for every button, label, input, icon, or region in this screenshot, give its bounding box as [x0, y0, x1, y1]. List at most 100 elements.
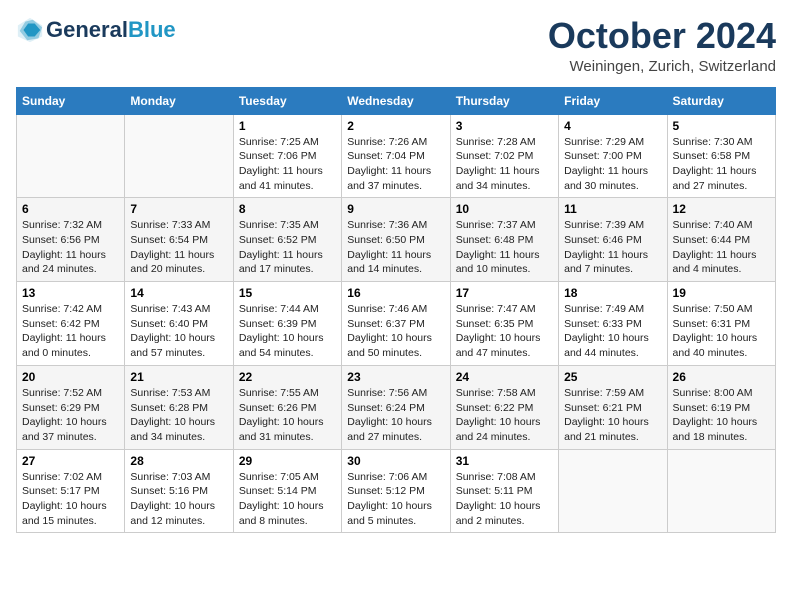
day-info: Sunrise: 7:36 AM Sunset: 6:50 PM Dayligh…: [347, 218, 444, 277]
day-info: Sunrise: 7:43 AM Sunset: 6:40 PM Dayligh…: [130, 302, 227, 361]
day-number: 4: [564, 119, 661, 133]
calendar-cell: 2 Sunrise: 7:26 AM Sunset: 7:04 PM Daylig…: [342, 114, 450, 198]
day-number: 22: [239, 370, 336, 384]
weekday-row: SundayMondayTuesdayWednesdayThursdayFrid…: [17, 87, 776, 114]
day-info: Sunrise: 7:39 AM Sunset: 6:46 PM Dayligh…: [564, 218, 661, 277]
calendar-week-2: 6Sunrise: 7:32 AM Sunset: 6:56 PM Daylig…: [17, 198, 776, 282]
calendar-cell: [125, 114, 233, 198]
day-number: 26: [673, 370, 770, 384]
day-info: Sunrise: 7:29 AM Sunset: 7:00 PM Dayligh…: [564, 135, 661, 194]
day-info: Sunrise: 7:08 AM Sunset: 5:11 PM Dayligh…: [456, 470, 553, 529]
calendar-cell: 4 Sunrise: 7:29 AM Sunset: 7:00 PM Daylig…: [559, 114, 667, 198]
calendar-cell: 24Sunrise: 7:58 AM Sunset: 6:22 PM Dayli…: [450, 365, 558, 449]
day-info: Sunrise: 7:30 AM Sunset: 6:58 PM Dayligh…: [673, 135, 770, 194]
calendar-cell: 5 Sunrise: 7:30 AM Sunset: 6:58 PM Daylig…: [667, 114, 775, 198]
day-number: 9: [347, 202, 444, 216]
calendar-cell: 30 Sunrise: 7:06 AM Sunset: 5:12 PM Dayli…: [342, 449, 450, 533]
calendar-cell: 20 Sunrise: 7:52 AM Sunset: 6:29 PM Dayli…: [17, 365, 125, 449]
calendar-cell: 31Sunrise: 7:08 AM Sunset: 5:11 PM Dayli…: [450, 449, 558, 533]
calendar-cell: 23 Sunrise: 7:56 AM Sunset: 6:24 PM Dayli…: [342, 365, 450, 449]
day-number: 10: [456, 202, 553, 216]
calendar-cell: 6Sunrise: 7:32 AM Sunset: 6:56 PM Daylig…: [17, 198, 125, 282]
day-info: Sunrise: 7:02 AM Sunset: 5:17 PM Dayligh…: [22, 470, 119, 529]
weekday-header-wednesday: Wednesday: [342, 87, 450, 114]
day-number: 23: [347, 370, 444, 384]
day-number: 8: [239, 202, 336, 216]
calendar-header: SundayMondayTuesdayWednesdayThursdayFrid…: [17, 87, 776, 114]
day-number: 1: [239, 119, 336, 133]
calendar-cell: 19 Sunrise: 7:50 AM Sunset: 6:31 PM Dayli…: [667, 282, 775, 366]
day-info: Sunrise: 7:25 AM Sunset: 7:06 PM Dayligh…: [239, 135, 336, 194]
day-number: 21: [130, 370, 227, 384]
day-info: Sunrise: 8:00 AM Sunset: 6:19 PM Dayligh…: [673, 386, 770, 445]
page-header: GeneralBlue October 2024 Weiningen, Zuri…: [16, 16, 776, 75]
day-info: Sunrise: 7:53 AM Sunset: 6:28 PM Dayligh…: [130, 386, 227, 445]
calendar-cell: 16 Sunrise: 7:46 AM Sunset: 6:37 PM Dayli…: [342, 282, 450, 366]
day-number: 18: [564, 286, 661, 300]
day-info: Sunrise: 7:03 AM Sunset: 5:16 PM Dayligh…: [130, 470, 227, 529]
calendar-table: SundayMondayTuesdayWednesdayThursdayFrid…: [16, 87, 776, 534]
day-number: 24: [456, 370, 553, 384]
day-number: 7: [130, 202, 227, 216]
calendar-cell: 15Sunrise: 7:44 AM Sunset: 6:39 PM Dayli…: [233, 282, 341, 366]
day-info: Sunrise: 7:42 AM Sunset: 6:42 PM Dayligh…: [22, 302, 119, 361]
month-title: October 2024: [548, 16, 776, 56]
calendar-cell: [559, 449, 667, 533]
day-number: 19: [673, 286, 770, 300]
calendar-cell: [667, 449, 775, 533]
calendar-cell: [17, 114, 125, 198]
calendar-cell: 21 Sunrise: 7:53 AM Sunset: 6:28 PM Dayli…: [125, 365, 233, 449]
day-number: 28: [130, 454, 227, 468]
day-info: Sunrise: 7:52 AM Sunset: 6:29 PM Dayligh…: [22, 386, 119, 445]
calendar-cell: 12Sunrise: 7:40 AM Sunset: 6:44 PM Dayli…: [667, 198, 775, 282]
calendar-cell: 14Sunrise: 7:43 AM Sunset: 6:40 PM Dayli…: [125, 282, 233, 366]
calendar-week-4: 20 Sunrise: 7:52 AM Sunset: 6:29 PM Dayli…: [17, 365, 776, 449]
day-info: Sunrise: 7:59 AM Sunset: 6:21 PM Dayligh…: [564, 386, 661, 445]
day-number: 27: [22, 454, 119, 468]
day-info: Sunrise: 7:37 AM Sunset: 6:48 PM Dayligh…: [456, 218, 553, 277]
day-info: Sunrise: 7:33 AM Sunset: 6:54 PM Dayligh…: [130, 218, 227, 277]
weekday-header-monday: Monday: [125, 87, 233, 114]
calendar-cell: 18 Sunrise: 7:49 AM Sunset: 6:33 PM Dayli…: [559, 282, 667, 366]
calendar-cell: 25 Sunrise: 7:59 AM Sunset: 6:21 PM Dayli…: [559, 365, 667, 449]
weekday-header-saturday: Saturday: [667, 87, 775, 114]
day-number: 5: [673, 119, 770, 133]
calendar-week-3: 13 Sunrise: 7:42 AM Sunset: 6:42 PM Dayli…: [17, 282, 776, 366]
weekday-header-thursday: Thursday: [450, 87, 558, 114]
location: Weiningen, Zurich, Switzerland: [548, 58, 776, 75]
day-info: Sunrise: 7:46 AM Sunset: 6:37 PM Dayligh…: [347, 302, 444, 361]
calendar-cell: 17 Sunrise: 7:47 AM Sunset: 6:35 PM Dayli…: [450, 282, 558, 366]
day-number: 3: [456, 119, 553, 133]
calendar-week-1: 1 Sunrise: 7:25 AM Sunset: 7:06 PM Daylig…: [17, 114, 776, 198]
calendar-cell: 27 Sunrise: 7:02 AM Sunset: 5:17 PM Dayli…: [17, 449, 125, 533]
day-info: Sunrise: 7:26 AM Sunset: 7:04 PM Dayligh…: [347, 135, 444, 194]
day-number: 17: [456, 286, 553, 300]
day-number: 15: [239, 286, 336, 300]
day-info: Sunrise: 7:06 AM Sunset: 5:12 PM Dayligh…: [347, 470, 444, 529]
calendar-body: 1 Sunrise: 7:25 AM Sunset: 7:06 PM Daylig…: [17, 114, 776, 533]
day-number: 25: [564, 370, 661, 384]
calendar-cell: 22 Sunrise: 7:55 AM Sunset: 6:26 PM Dayli…: [233, 365, 341, 449]
title-block: October 2024 Weiningen, Zurich, Switzerl…: [548, 16, 776, 75]
day-number: 29: [239, 454, 336, 468]
day-info: Sunrise: 7:55 AM Sunset: 6:26 PM Dayligh…: [239, 386, 336, 445]
day-number: 20: [22, 370, 119, 384]
calendar-cell: 3Sunrise: 7:28 AM Sunset: 7:02 PM Daylig…: [450, 114, 558, 198]
calendar-week-5: 27 Sunrise: 7:02 AM Sunset: 5:17 PM Dayli…: [17, 449, 776, 533]
day-info: Sunrise: 7:56 AM Sunset: 6:24 PM Dayligh…: [347, 386, 444, 445]
weekday-header-friday: Friday: [559, 87, 667, 114]
calendar-cell: 26 Sunrise: 8:00 AM Sunset: 6:19 PM Dayli…: [667, 365, 775, 449]
day-number: 30: [347, 454, 444, 468]
logo-text: GeneralBlue: [46, 18, 176, 42]
day-number: 13: [22, 286, 119, 300]
calendar-cell: 28 Sunrise: 7:03 AM Sunset: 5:16 PM Dayli…: [125, 449, 233, 533]
day-number: 16: [347, 286, 444, 300]
day-info: Sunrise: 7:32 AM Sunset: 6:56 PM Dayligh…: [22, 218, 119, 277]
day-info: Sunrise: 7:50 AM Sunset: 6:31 PM Dayligh…: [673, 302, 770, 361]
day-number: 2: [347, 119, 444, 133]
day-info: Sunrise: 7:47 AM Sunset: 6:35 PM Dayligh…: [456, 302, 553, 361]
day-info: Sunrise: 7:49 AM Sunset: 6:33 PM Dayligh…: [564, 302, 661, 361]
calendar-cell: 1 Sunrise: 7:25 AM Sunset: 7:06 PM Daylig…: [233, 114, 341, 198]
calendar-cell: 11Sunrise: 7:39 AM Sunset: 6:46 PM Dayli…: [559, 198, 667, 282]
day-info: Sunrise: 7:05 AM Sunset: 5:14 PM Dayligh…: [239, 470, 336, 529]
